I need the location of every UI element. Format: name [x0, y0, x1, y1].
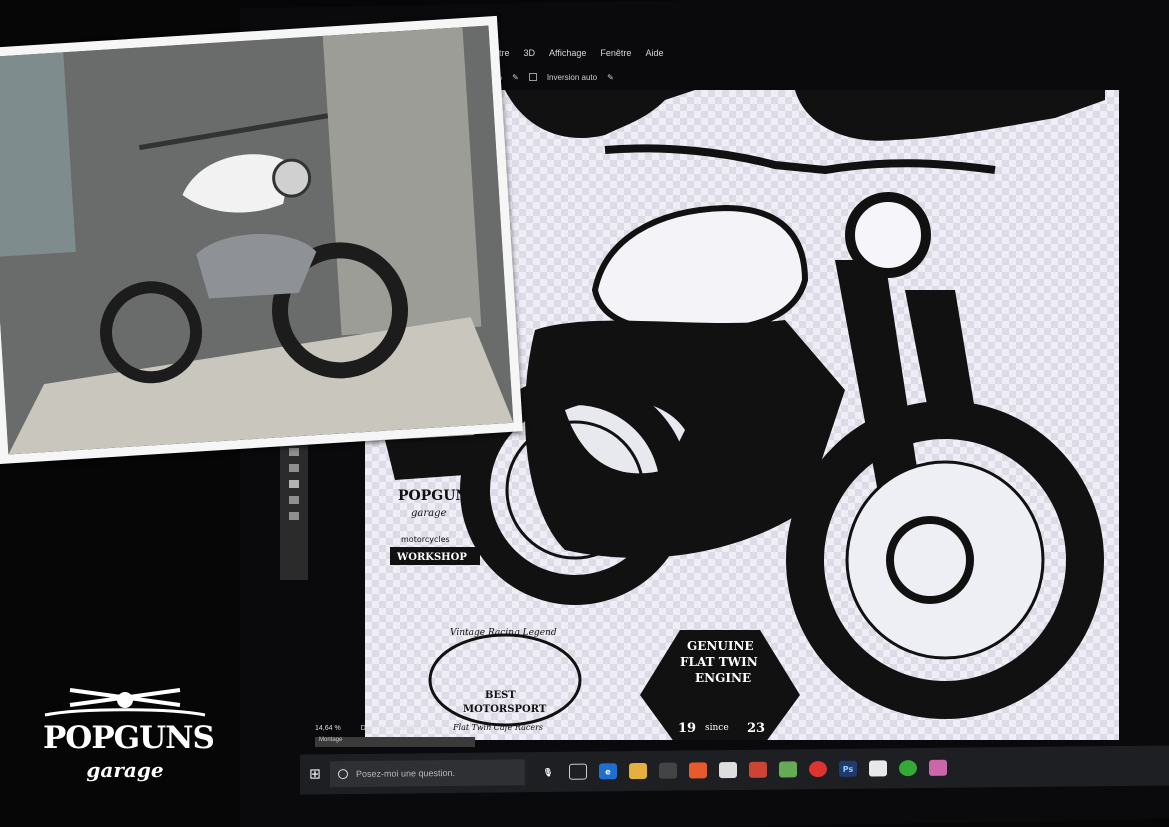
logo-crest: [44, 688, 206, 717]
cortana-icon: [338, 769, 348, 780]
headlight: [845, 192, 931, 278]
chrome2-icon[interactable]: [899, 760, 917, 777]
status-bar: 14,64 % Doc : 215,0 Mo/555,8 Mo: [315, 722, 535, 734]
screen-mode-icon[interactable]: [289, 512, 299, 520]
task-view-icon[interactable]: [569, 763, 587, 780]
photoshop-menubar: iltre 3D Affichage Fenêtre Aide: [495, 42, 1169, 64]
stylus-icon[interactable]: ✎: [607, 73, 614, 82]
app-icon[interactable]: [779, 761, 797, 778]
badge2-top: Vintage Racing Legend: [450, 628, 557, 638]
cortana-search[interactable]: Posez-moi une question.: [330, 759, 525, 788]
handlebar: [604, 144, 996, 175]
swatch-icon[interactable]: [289, 480, 299, 488]
badge3-l1: GENUINE: [687, 639, 754, 653]
document-tab[interactable]: Montage: [315, 737, 475, 747]
title-script-right: [795, 90, 1105, 141]
explorer-icon[interactable]: [629, 762, 647, 780]
badge2-mid2: MOTORSPORT: [463, 704, 547, 715]
office-icon[interactable]: [689, 762, 707, 779]
shock: [905, 290, 975, 420]
windows-start-icon[interactable]: ⊞: [300, 759, 330, 789]
menu-view[interactable]: Affichage: [549, 48, 586, 58]
menu-help[interactable]: Aide: [645, 48, 663, 58]
badge-motorsport: Vintage Racing Legend BEST MOTORSPORT Fl…: [428, 628, 582, 732]
microphone-icon[interactable]: 🎙: [539, 764, 557, 780]
front-rim: [845, 460, 1045, 660]
photoshop-icon[interactable]: Ps: [839, 760, 857, 777]
badge3-y2: 23: [747, 721, 765, 736]
badge-flat-twin: GENUINE FLAT TWIN ENGINE 19 since 23: [640, 630, 800, 740]
title-script-left: [505, 90, 695, 138]
paint-icon[interactable]: [869, 760, 887, 777]
badge2-mid1: BEST: [485, 690, 516, 701]
badge1-sub: garage: [411, 508, 447, 519]
badge-popguns: POPGUNS garage motorcycles WORKSHOP: [385, 435, 480, 565]
app2-icon[interactable]: [929, 759, 947, 776]
taskbar-apps: 🎙 e Ps: [539, 759, 947, 780]
logo-title: POPGUNS: [43, 720, 215, 756]
badge3-y1: 19: [678, 721, 696, 736]
tank: [591, 204, 809, 334]
badge3-l2: FLAT TWIN: [680, 655, 758, 669]
badge1-line2: WORKSHOP: [396, 552, 467, 563]
hand-tool-icon[interactable]: [289, 448, 299, 456]
tools-panel: [280, 440, 308, 580]
store-icon[interactable]: [659, 762, 677, 779]
zoom-readout: 14,64 %: [315, 724, 341, 732]
zoom-tool-icon[interactable]: [289, 464, 299, 472]
quickmask-icon[interactable]: [289, 496, 299, 504]
auto-invert-label: Inversion auto: [546, 72, 598, 82]
popguns-logo: POPGUNS garage: [40, 680, 215, 795]
logo-subtitle: garage: [86, 758, 164, 782]
motorcycle-photo: [0, 15, 523, 465]
media-icon[interactable]: [749, 761, 767, 778]
brush-icon[interactable]: ✎: [512, 73, 519, 82]
menu-3d[interactable]: 3D: [524, 48, 536, 58]
options-bar: % ✎ Inversion auto ✎: [495, 66, 1169, 88]
photo-illustration: [0, 25, 514, 455]
search-placeholder: Posez-moi une question.: [356, 767, 456, 779]
edge-icon[interactable]: e: [599, 763, 617, 780]
photo-content: [0, 25, 514, 455]
badge1-title: POPGUNS: [398, 488, 478, 504]
badge3-l3: ENGINE: [695, 671, 751, 685]
doc-size: Doc : 215,0 Mo/555,8 Mo: [360, 724, 440, 732]
menu-window[interactable]: Fenêtre: [600, 48, 631, 58]
chrome-icon[interactable]: [809, 761, 827, 778]
badge3-since: since: [705, 723, 729, 733]
mail-icon[interactable]: [719, 761, 737, 779]
badge1-line1: motorcycles: [401, 535, 450, 544]
auto-invert-checkbox[interactable]: [528, 73, 537, 81]
